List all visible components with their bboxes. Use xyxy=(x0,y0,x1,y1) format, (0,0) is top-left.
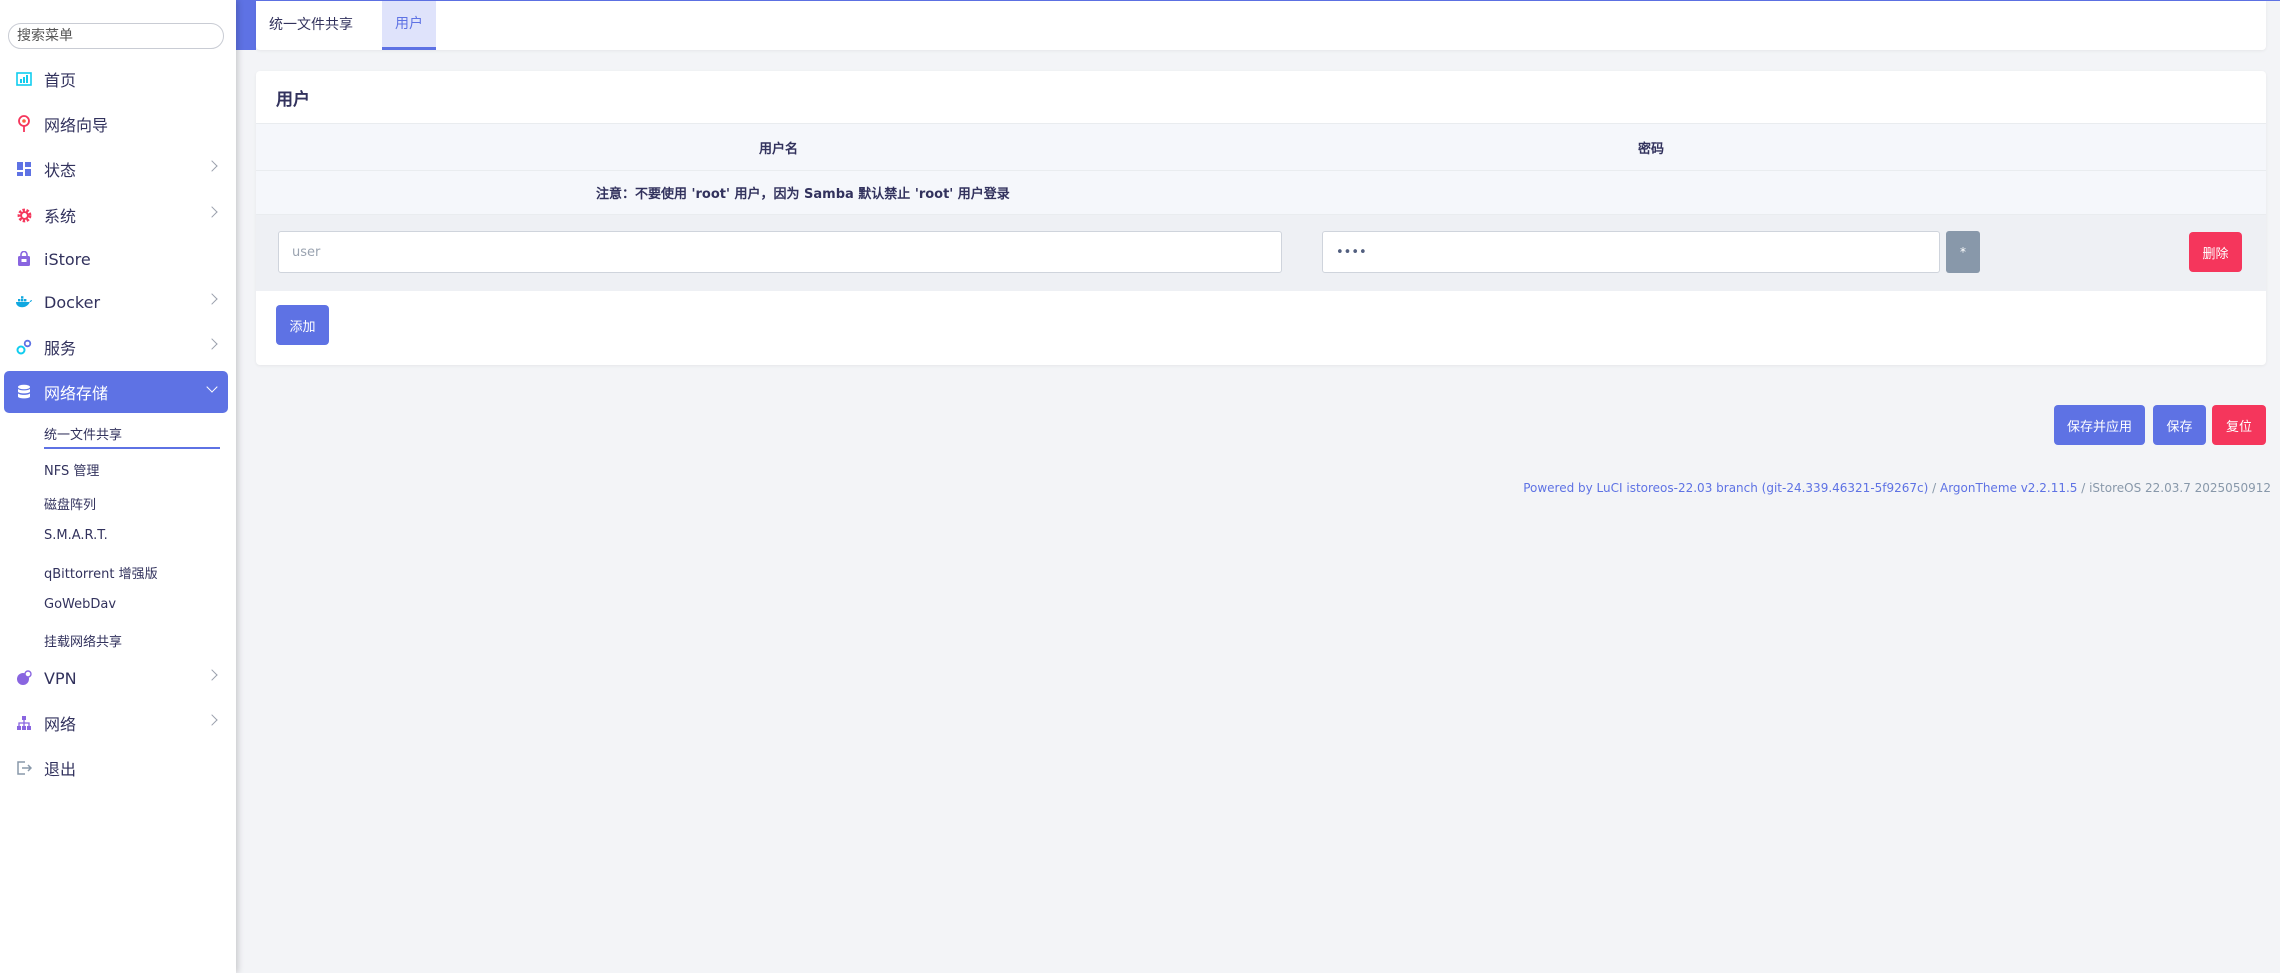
submenu-item-gowebdav[interactable]: GoWebDav xyxy=(44,597,116,612)
sidebar-item-label: Docker xyxy=(44,292,101,312)
sidebar-item-label: iStore xyxy=(44,249,91,269)
submenu-item-mount-network-share[interactable]: 挂载网络共享 xyxy=(44,631,122,650)
save-and-apply-button[interactable]: 保存并应用 xyxy=(2054,405,2145,445)
top-accent-fill xyxy=(236,0,256,50)
sidebar-item-label: 系统 xyxy=(44,207,77,226)
delete-row-button[interactable]: 删除 xyxy=(2189,232,2242,272)
sidebar-item-services[interactable]: 服务 xyxy=(4,326,228,368)
chevron-right-icon xyxy=(206,206,218,218)
sidebar-item-system[interactable]: 系统 xyxy=(4,194,228,236)
grid-icon xyxy=(15,160,33,178)
sidebar-item-vpn[interactable]: VPN xyxy=(4,657,228,699)
os-version: iStoreOS 22.03.7 2025050912 xyxy=(2089,481,2271,495)
network-tree-icon xyxy=(15,714,33,732)
footer-separator: / xyxy=(1928,481,1940,495)
sidebar-item-docker[interactable]: Docker xyxy=(4,281,228,323)
sidebar-item-label: 首页 xyxy=(44,71,77,90)
table-header: 用户名 密码 xyxy=(256,123,2266,171)
submenu-item-raid[interactable]: 磁盘阵列 xyxy=(44,494,96,513)
reveal-password-button[interactable]: * xyxy=(1946,231,1980,273)
chevron-down-icon xyxy=(206,381,218,393)
sidebar-item-label: 网络 xyxy=(44,715,77,734)
column-header-password: 密码 xyxy=(1638,142,1665,157)
chevron-right-icon xyxy=(206,338,218,350)
tab-unified-file-share[interactable]: 统一文件共享 xyxy=(256,1,366,50)
panel-title: 用户 xyxy=(276,90,310,110)
reset-button[interactable]: 复位 xyxy=(2212,405,2266,445)
chevron-right-icon xyxy=(206,669,218,681)
submenu-item-unified-file-share[interactable]: 统一文件共享 xyxy=(44,424,220,449)
vpn-globe-icon xyxy=(15,669,33,687)
docker-whale-icon xyxy=(15,293,33,311)
argon-theme-link[interactable]: ArgonTheme v2.2.11.5 xyxy=(1940,481,2077,495)
username-input[interactable] xyxy=(278,231,1282,273)
dashboard-icon xyxy=(15,70,33,88)
sidebar-item-network-storage[interactable]: 网络存储 xyxy=(4,371,228,413)
submenu-item-nfs[interactable]: NFS 管理 xyxy=(44,460,99,479)
sidebar-item-status[interactable]: 状态 xyxy=(4,148,228,190)
sidebar-item-label: VPN xyxy=(44,668,77,688)
store-bag-icon xyxy=(15,250,33,268)
location-pin-icon xyxy=(15,115,33,133)
table-row: * 删除 xyxy=(256,215,2266,291)
menu-search-input[interactable] xyxy=(8,23,224,49)
footer-separator: / xyxy=(2077,481,2090,495)
chevron-right-icon xyxy=(206,714,218,726)
database-icon xyxy=(15,383,33,401)
chevron-right-icon xyxy=(206,293,218,305)
chevron-right-icon xyxy=(206,160,218,172)
tab-bar: 统一文件共享 用户 xyxy=(256,1,2266,50)
footer: Powered by LuCI istoreos-22.03 branch (g… xyxy=(1523,481,2271,495)
submenu-item-smart[interactable]: S.M.A.R.T. xyxy=(44,528,108,543)
sidebar-item-home[interactable]: 首页 xyxy=(4,58,228,100)
table-note-row: 注意：不要使用 'root' 用户，因为 Samba 默认禁止 'root' 用… xyxy=(256,171,2266,215)
sidebar-item-network[interactable]: 网络 xyxy=(4,702,228,744)
root-user-warning: 注意：不要使用 'root' 用户，因为 Samba 默认禁止 'root' 用… xyxy=(596,187,1010,202)
save-button[interactable]: 保存 xyxy=(2153,405,2206,445)
sidebar-item-label: 状态 xyxy=(44,161,77,180)
sidebar-item-label: 网络存储 xyxy=(44,384,109,403)
services-gears-icon xyxy=(15,338,33,356)
sidebar-item-istore[interactable]: iStore xyxy=(4,238,228,280)
tab-users[interactable]: 用户 xyxy=(382,1,436,50)
gear-icon xyxy=(15,206,33,224)
sidebar-item-label: 服务 xyxy=(44,339,77,358)
logout-icon xyxy=(15,759,33,777)
luci-version-link[interactable]: Powered by LuCI istoreos-22.03 branch (g… xyxy=(1523,481,1928,495)
password-input[interactable] xyxy=(1322,231,1940,273)
sidebar-item-network-wizard[interactable]: 网络向导 xyxy=(4,103,228,145)
sidebar: 首页 网络向导 状态 系统 xyxy=(0,0,236,973)
sidebar-item-logout[interactable]: 退出 xyxy=(4,747,228,789)
sidebar-item-label: 网络向导 xyxy=(44,116,109,135)
column-header-username: 用户名 xyxy=(759,142,799,157)
sidebar-item-label: 退出 xyxy=(44,760,77,779)
users-panel: 用户 用户名 密码 注意：不要使用 'root' 用户，因为 Samba 默认禁… xyxy=(256,71,2266,365)
submenu-item-qbittorrent[interactable]: qBittorrent 增强版 xyxy=(44,563,158,582)
add-user-button[interactable]: 添加 xyxy=(276,305,329,345)
